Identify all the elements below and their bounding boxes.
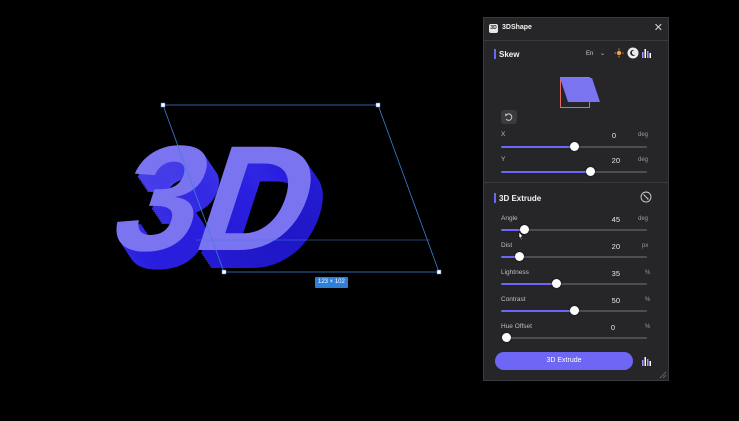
angle-value[interactable]: 45 xyxy=(590,215,620,224)
skew-x-unit: deg xyxy=(638,132,649,138)
skew-y-slider[interactable] xyxy=(501,167,647,176)
dist-value[interactable]: 20 xyxy=(590,242,620,251)
skew-x-value[interactable]: 0 xyxy=(586,131,616,140)
angle-label: Angle xyxy=(501,215,518,222)
slider-thumb[interactable] xyxy=(501,333,511,342)
dist-label: Dist xyxy=(501,242,513,249)
reset-button[interactable] xyxy=(501,110,517,124)
app-title: 3DShape xyxy=(502,24,532,31)
chevron-down-icon: ⌄ xyxy=(600,51,606,57)
language-select[interactable]: En ⌄ xyxy=(586,50,605,57)
artwork[interactable]: 3D 3D 3D 3D 3D 3D 3D 3D 3D xyxy=(0,0,480,416)
size-badge: 123 × 102 xyxy=(315,277,348,288)
skew-title: Skew xyxy=(499,50,520,59)
skew-preview xyxy=(560,77,600,108)
skew-y-label: Y xyxy=(501,156,506,163)
sun-icon[interactable] xyxy=(613,47,625,59)
contrast-value[interactable]: 50 xyxy=(590,296,620,305)
resize-grip-icon[interactable] xyxy=(659,371,667,379)
handle-bottom-left[interactable] xyxy=(221,269,227,275)
slider-thumb[interactable] xyxy=(551,279,561,288)
skew-x-slider[interactable] xyxy=(501,142,647,151)
slider-fill xyxy=(501,171,591,173)
dist-unit: px xyxy=(642,243,649,249)
reset-icon xyxy=(505,113,513,121)
slider-thumb[interactable] xyxy=(569,142,579,151)
lightness-unit: % xyxy=(645,270,651,276)
angle-unit: deg xyxy=(638,216,649,222)
contrast-unit: % xyxy=(645,297,651,303)
hue-offset-slider[interactable] xyxy=(501,333,647,342)
slider-thumb[interactable] xyxy=(569,306,579,315)
skew-x-label: X xyxy=(501,131,506,138)
contrast-slider[interactable] xyxy=(501,306,647,315)
hue-offset-value[interactable]: 0 xyxy=(585,323,615,332)
section-divider xyxy=(483,182,669,183)
skew-y-value[interactable]: 20 xyxy=(590,156,620,165)
lightness-value[interactable]: 35 xyxy=(590,269,620,278)
dist-slider[interactable] xyxy=(501,252,647,261)
language-value: En xyxy=(586,51,594,57)
mouse-cursor-icon xyxy=(518,231,524,241)
extrude-title: 3D Extrude xyxy=(499,194,542,203)
close-icon[interactable]: ✕ xyxy=(654,22,663,34)
canvas-area[interactable]: 3D 3D 3D 3D 3D 3D 3D 3D 3D 123 × 102 xyxy=(0,0,480,416)
slider-fill xyxy=(501,283,557,285)
slider-fill xyxy=(501,310,574,312)
skew-preview-shape xyxy=(560,78,600,102)
handle-bottom-right[interactable] xyxy=(436,269,442,275)
chart-logo-icon[interactable] xyxy=(641,355,653,367)
contrast-label: Contrast xyxy=(501,296,526,303)
extrude-accent-bar xyxy=(494,193,496,203)
chart-logo-icon[interactable] xyxy=(641,47,653,59)
lightness-slider[interactable] xyxy=(501,279,647,288)
titlebar: 3D 3DShape ✕ xyxy=(484,18,668,41)
hue-offset-unit: % xyxy=(645,324,651,330)
app-logo-icon: 3D xyxy=(489,24,498,33)
skew-y-unit: deg xyxy=(638,157,649,163)
handle-top-right[interactable] xyxy=(375,102,381,108)
handle-top-left[interactable] xyxy=(160,102,166,108)
moon-icon[interactable] xyxy=(627,47,639,59)
extrude-button[interactable]: 3D Extrude xyxy=(495,352,633,370)
slider-fill xyxy=(501,146,574,148)
angle-dial-icon[interactable] xyxy=(640,191,652,203)
hue-offset-label: Hue Offset xyxy=(501,323,532,330)
lightness-label: Lightness xyxy=(501,269,529,276)
skew-accent-bar xyxy=(494,49,496,59)
slider-thumb[interactable] xyxy=(585,167,595,176)
